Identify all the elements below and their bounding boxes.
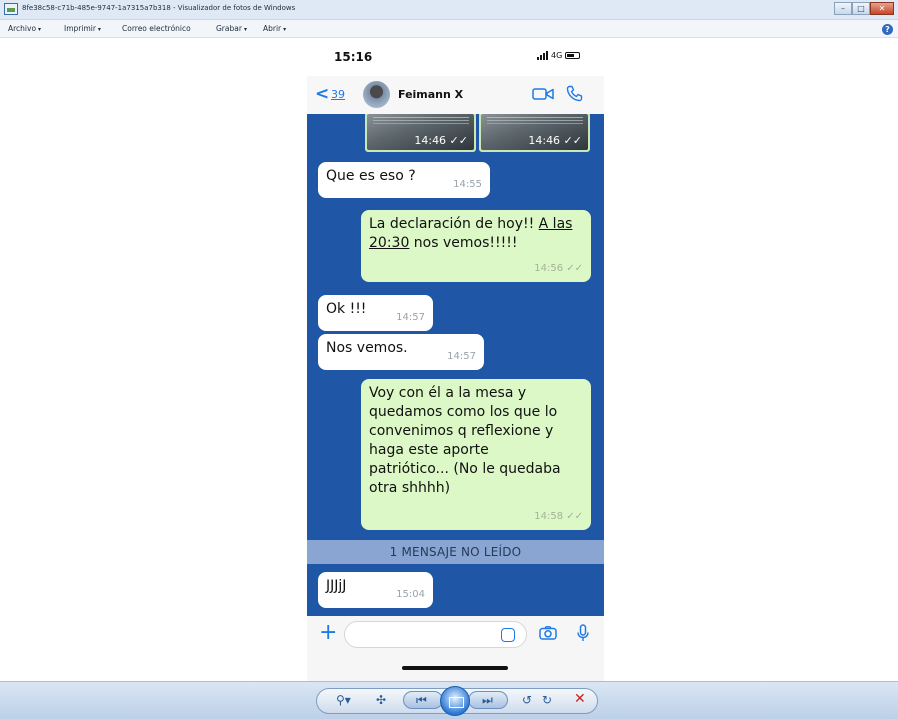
message-time: 15:04 <box>396 589 425 600</box>
menu-correo-electronico[interactable]: Correo electrónico <box>122 24 191 33</box>
chevron-down-icon: ▾ <box>243 26 247 33</box>
chevron-down-icon: ▾ <box>38 26 42 33</box>
status-indicators: 4G <box>537 51 581 60</box>
status-time: 15:16 <box>334 50 373 64</box>
incoming-message: Ok !!! 14:57 <box>318 295 433 331</box>
menu-imprimir-label: Imprimir <box>64 24 96 33</box>
window-title: 8fe38c58-c71b-485e-9747-1a7315a7b318 - V… <box>22 4 296 12</box>
menu-grabar[interactable]: Grabar ▾ <box>216 24 247 33</box>
previous-button[interactable]: ⏮ <box>403 691 443 709</box>
help-icon[interactable]: ? <box>882 24 893 35</box>
incoming-message: Que es eso ? 14:55 <box>318 162 490 198</box>
message-time: 14:56 ✓✓ <box>534 263 583 274</box>
menu-bar: Archivo ▾ Imprimir ▾ Correo electrónico Gr… <box>0 20 898 38</box>
incoming-message: Nos vemos. 14:57 <box>318 334 484 370</box>
previous-icon: ⏮ <box>416 693 427 707</box>
message-text: Voy con él a la mesa y quedamos como los… <box>369 385 561 496</box>
avatar <box>363 81 390 108</box>
window-controls: – □ ✕ <box>834 2 894 15</box>
message-input-bar: + <box>307 616 604 681</box>
rotate-counterclockwise-icon[interactable]: ↺ <box>522 693 532 707</box>
message-time: 14:57 <box>396 312 425 323</box>
message-text: Que es eso ? <box>326 168 416 184</box>
menu-abrir[interactable]: Abrir ▾ <box>263 24 286 33</box>
menu-abrir-label: Abrir <box>263 24 282 33</box>
menu-archivo-label: Archivo <box>8 24 37 33</box>
video-call-icon <box>532 88 554 100</box>
message-text: JJJjJ <box>326 578 347 594</box>
chat-messages: 14:46 ✓✓ 14:46 ✓✓ Que es eso ? 14:55 La … <box>307 114 604 616</box>
back-arrow-icon: < <box>315 84 330 104</box>
message-text: La declaración de hoy!! <box>369 216 539 232</box>
menu-archivo[interactable]: Archivo ▾ <box>8 24 41 33</box>
plus-icon: + <box>319 620 338 645</box>
menu-correo-label: Correo electrónico <box>122 24 191 33</box>
rotate-clockwise-icon[interactable]: ↻ <box>542 693 552 707</box>
incoming-message: JJJjJ 15:04 <box>318 572 433 608</box>
message-time: 14:57 <box>447 351 476 362</box>
home-indicator <box>402 666 508 670</box>
message-time: 14:46 ✓✓ <box>528 134 582 147</box>
next-button[interactable]: ⏭ <box>468 691 508 709</box>
message-text: Nos vemos. <box>326 340 408 356</box>
camera-icon <box>539 626 557 640</box>
chat-header: < 39 Feimann X <box>307 76 604 114</box>
battery-icon <box>565 52 581 59</box>
slideshow-button[interactable] <box>440 686 470 716</box>
viewer-toolbar: ⚲▾ ✣ ⏮ ⏭ ↺ ↻ ✕ <box>0 681 898 719</box>
phone-call-icon <box>566 85 583 102</box>
image-message: 14:46 ✓✓ <box>479 114 590 152</box>
delete-icon[interactable]: ✕ <box>574 691 586 707</box>
sticker-icon <box>501 628 515 642</box>
signal-icon <box>537 51 548 60</box>
unread-messages-banner: 1 MENSAJE NO LEÍDO <box>307 540 604 564</box>
microphone-icon <box>577 624 589 641</box>
next-icon: ⏭ <box>482 693 493 707</box>
close-window-button[interactable]: ✕ <box>870 2 894 15</box>
unread-chats-count: 39 <box>331 88 345 101</box>
network-type: 4G <box>551 51 563 60</box>
photo-viewer-app-icon <box>4 3 18 15</box>
chevron-down-icon: ▾ <box>97 26 101 33</box>
message-input <box>344 621 527 648</box>
message-text: nos vemos!!!!! <box>409 235 518 251</box>
zoom-icon[interactable]: ⚲▾ <box>336 693 351 707</box>
window-titlebar: 8fe38c58-c71b-485e-9747-1a7315a7b318 - V… <box>0 0 898 20</box>
outgoing-message: La declaración de hoy!! A las 20:30 nos … <box>361 210 591 282</box>
outgoing-message: Voy con él a la mesa y quedamos como los… <box>361 379 591 530</box>
message-time: 14:58 ✓✓ <box>534 511 583 522</box>
displayed-photo: 15:16 4G < 39 Feimann X 14:46 ✓✓ 14:46 ✓… <box>307 38 604 681</box>
chevron-down-icon: ▾ <box>283 26 287 33</box>
menu-imprimir[interactable]: Imprimir ▾ <box>64 24 101 33</box>
actual-size-icon[interactable]: ✣ <box>376 693 386 707</box>
maximize-button[interactable]: □ <box>852 2 870 15</box>
image-message: 14:46 ✓✓ <box>365 114 476 152</box>
message-time: 14:55 <box>453 179 482 190</box>
message-time: 14:46 ✓✓ <box>414 134 468 147</box>
contact-name: Feimann X <box>398 88 464 101</box>
minimize-button[interactable]: – <box>834 2 852 15</box>
menu-grabar-label: Grabar <box>216 24 242 33</box>
message-text: Ok !!! <box>326 301 367 317</box>
